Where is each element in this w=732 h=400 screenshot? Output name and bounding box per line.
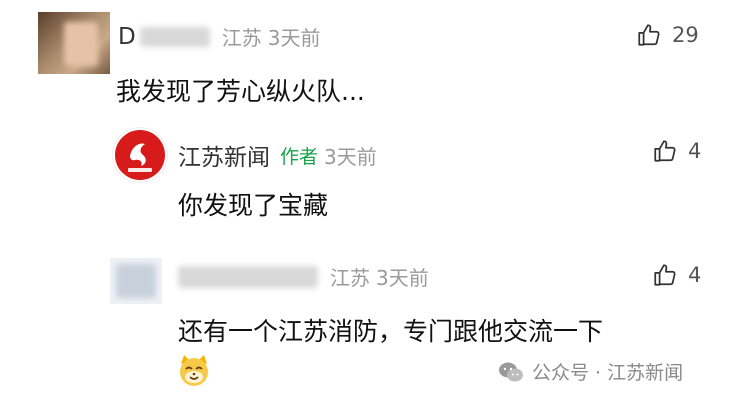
watermark: 公众号 · 江苏新闻 bbox=[498, 358, 683, 385]
comment-text: 你发现了宝藏 bbox=[178, 191, 329, 220]
jiangsu-news-logo-icon bbox=[115, 130, 165, 180]
watermark-label: 公众号 · 江苏新闻 bbox=[532, 362, 684, 384]
comment-text: 我发现了芳心纵火队... bbox=[116, 77, 365, 106]
like-count: 4 bbox=[688, 139, 702, 163]
name-redaction bbox=[178, 265, 318, 288]
avatar[interactable] bbox=[38, 12, 110, 74]
commenter-name[interactable]: 江苏新闻 bbox=[178, 138, 270, 172]
name-redaction bbox=[139, 26, 210, 47]
thumbs-up-icon bbox=[638, 24, 660, 46]
like-button[interactable]: 29 bbox=[636, 22, 699, 48]
thumbs-up-icon bbox=[654, 140, 676, 162]
location-label: 江苏 bbox=[221, 26, 262, 50]
comment-meta: 江苏 3天前 bbox=[178, 262, 429, 291]
like-count: 29 bbox=[672, 23, 699, 47]
wechat-icon bbox=[499, 362, 523, 381]
author-badge: 作者 bbox=[280, 145, 319, 168]
timestamp: 3天前 bbox=[267, 26, 321, 50]
comment-meta: D 江苏 3天前 bbox=[118, 22, 320, 51]
timestamp: 3天前 bbox=[376, 266, 429, 290]
avatar[interactable] bbox=[110, 258, 162, 304]
like-button[interactable]: 4 bbox=[652, 262, 701, 288]
timestamp: 3天前 bbox=[324, 144, 377, 169]
comment-text: 还有一个江苏消防，专门跟他交流一下 bbox=[178, 317, 604, 346]
commenter-name[interactable]: D bbox=[118, 24, 136, 50]
like-button[interactable]: 4 bbox=[652, 138, 701, 164]
like-count: 4 bbox=[688, 263, 702, 287]
cat-emoji-icon bbox=[176, 352, 212, 388]
comment-meta: 江苏新闻 作者 3天前 bbox=[178, 138, 377, 172]
location-label: 江苏 bbox=[330, 266, 370, 290]
avatar[interactable] bbox=[113, 128, 167, 182]
thumbs-up-icon bbox=[654, 264, 676, 286]
